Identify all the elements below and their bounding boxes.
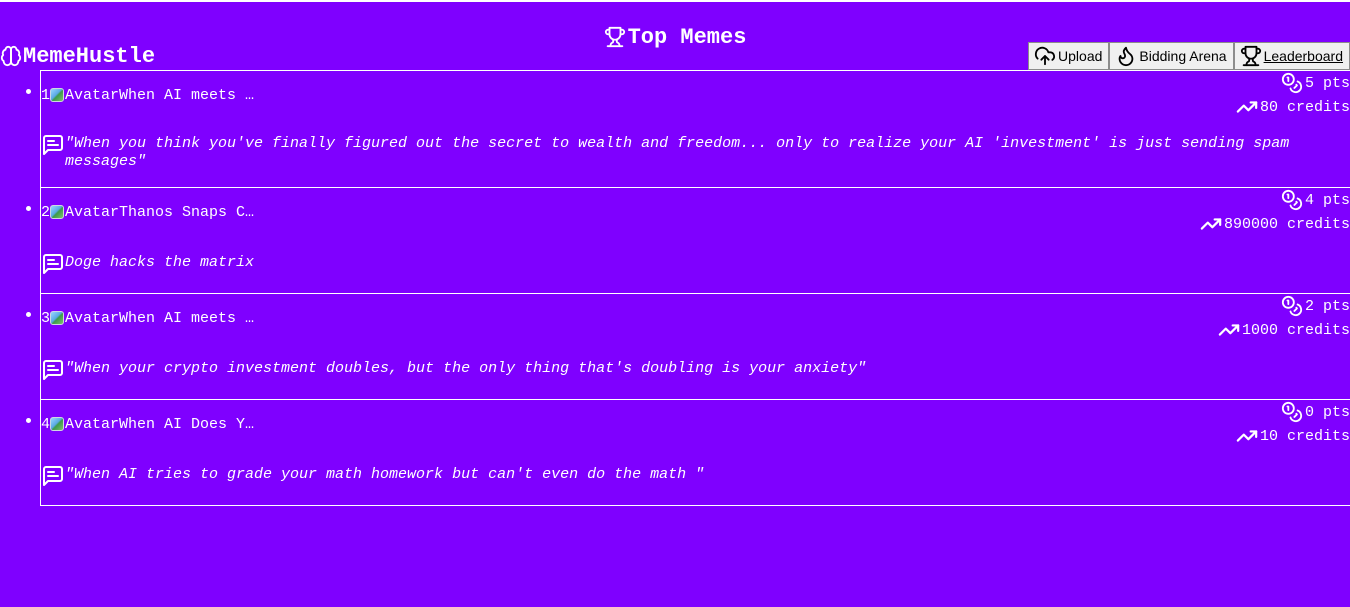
list-item[interactable]: 1 Avatar When AI meets … 5 pts 80 credit…: [26, 70, 1350, 188]
message-square-text-icon: [43, 360, 63, 380]
credits: 1000 credits: [1241, 321, 1350, 339]
trending-up-icon: [1236, 101, 1258, 113]
meme-leaderboard-list: 1 Avatar When AI meets … 5 pts 80 credit…: [26, 70, 1350, 506]
trophy-icon: [604, 26, 625, 48]
list-item[interactable]: 3 Avatar When AI meets … 2 pts 1000 cred…: [26, 294, 1350, 400]
message-square-text-icon: [43, 254, 63, 274]
list-item[interactable]: 2 Avatar Thanos Snaps C… 4 pts 890000 cr…: [26, 188, 1350, 294]
caption-text: "When your crypto investment doubles, bu…: [65, 360, 867, 377]
upload-label: Upload: [1058, 48, 1103, 64]
list-item[interactable]: 4 Avatar When AI Does Y… 0 pts 10 credit…: [26, 400, 1350, 506]
avatar-image-icon: [50, 88, 65, 102]
caption-text: Doge hacks the matrix: [65, 254, 255, 271]
avatar-image-icon: [50, 311, 65, 325]
avatar: Avatar: [50, 309, 120, 327]
rank: 4: [41, 415, 51, 433]
points: 2 pts: [1304, 297, 1350, 315]
rank: 2: [41, 203, 51, 221]
coins-icon: [1281, 189, 1303, 211]
message-square-text-icon: [43, 466, 63, 486]
coins-icon: [1281, 295, 1303, 317]
top-border: [0, 0, 1350, 2]
points: 5 pts: [1304, 74, 1350, 92]
avatar-image-icon: [50, 205, 65, 219]
meme-stats: 2 pts 1000 credits: [1217, 294, 1350, 342]
list-bullet: [26, 89, 31, 94]
meme-stats: 5 pts 80 credits: [1235, 71, 1350, 119]
avatar-image-icon: [50, 417, 65, 431]
list-bullet: [26, 312, 31, 317]
trophy-icon: [1240, 45, 1261, 67]
main-nav: Upload Bidding Arena Leaderboard: [1028, 42, 1350, 70]
points: 4 pts: [1304, 191, 1350, 209]
flame-icon: [1119, 46, 1134, 67]
points: 0 pts: [1304, 403, 1350, 421]
meme-header: 1 Avatar When AI meets …: [41, 86, 254, 104]
meme-header: 4 Avatar When AI Does Y…: [41, 415, 254, 433]
credits: 890000 credits: [1223, 215, 1350, 233]
meme-title[interactable]: Thanos Snaps C…: [119, 204, 254, 221]
trending-up-icon: [1218, 324, 1240, 336]
meme-stats: 4 pts 890000 credits: [1199, 188, 1350, 236]
coins-icon: [1281, 401, 1303, 423]
trending-up-icon: [1200, 218, 1222, 230]
meme-title[interactable]: When AI meets …: [119, 310, 254, 327]
meme-caption: "When you think you've finally figured o…: [41, 135, 1331, 171]
leaderboard-label: Leaderboard: [1263, 48, 1343, 64]
avatar: Avatar: [50, 415, 120, 433]
caption-text: "When AI tries to grade your math homewo…: [65, 466, 705, 483]
bidding-arena-button[interactable]: Bidding Arena: [1109, 42, 1234, 70]
upload-button[interactable]: Upload: [1028, 42, 1110, 70]
meme-title[interactable]: When AI meets …: [119, 87, 254, 104]
caption-text: "When you think you've finally figured o…: [65, 135, 1290, 170]
bidding-label: Bidding Arena: [1139, 48, 1227, 64]
meme-caption: "When your crypto investment doubles, bu…: [41, 360, 866, 382]
coins-icon: [1281, 72, 1303, 94]
avatar-alt: Avatar: [65, 86, 120, 104]
avatar: Avatar: [50, 203, 120, 221]
list-bullet: [26, 418, 31, 423]
meme-header: 2 Avatar Thanos Snaps C…: [41, 203, 254, 221]
avatar-alt: Avatar: [65, 203, 120, 221]
cloud-upload-icon: [1034, 46, 1056, 66]
message-square-text-icon: [43, 135, 63, 155]
rank: 1: [41, 86, 51, 104]
trending-up-icon: [1236, 430, 1258, 442]
meme-title[interactable]: When AI Does Y…: [119, 416, 254, 433]
rank: 3: [41, 309, 51, 327]
page-title-text: Top Memes: [627, 24, 747, 50]
meme-stats: 0 pts 10 credits: [1235, 400, 1350, 448]
meme-caption: Doge hacks the matrix: [41, 254, 254, 276]
leaderboard-button[interactable]: Leaderboard: [1233, 42, 1350, 70]
credits: 80 credits: [1259, 98, 1350, 116]
meme-header: 3 Avatar When AI meets …: [41, 309, 254, 327]
meme-caption: "When AI tries to grade your math homewo…: [41, 466, 704, 488]
avatar-alt: Avatar: [65, 309, 120, 327]
avatar: Avatar: [50, 86, 120, 104]
credits: 10 credits: [1259, 427, 1350, 445]
avatar-alt: Avatar: [65, 415, 120, 433]
list-bullet: [26, 206, 31, 211]
